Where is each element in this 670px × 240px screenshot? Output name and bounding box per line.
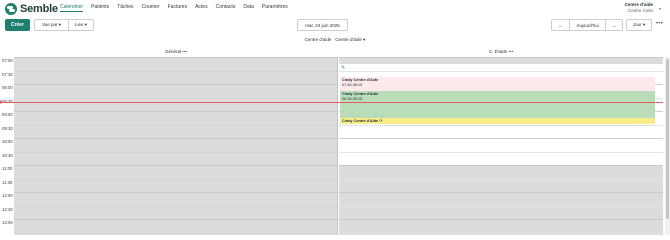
column-menu-icon[interactable]: ••• <box>508 49 513 54</box>
appointment-event[interactable]: Cindy Centre d'Aide 07:45-08:15 <box>340 77 655 91</box>
column-label: Général <box>164 49 181 54</box>
half-hour-line <box>339 151 663 153</box>
logo-mark-icon <box>5 2 17 15</box>
column-menu-icon[interactable]: ••• <box>182 49 187 54</box>
view-by-dropdown[interactable]: Vue par ▾ <box>34 19 68 31</box>
hour-line <box>339 192 663 193</box>
time-label: 11:00 <box>2 166 13 171</box>
time-label: 12:00 <box>2 193 13 198</box>
appointment-event[interactable]: Cindy Centre d'Aide ⟳ <box>340 118 655 124</box>
hour-line <box>14 84 337 85</box>
hour-line <box>339 57 663 58</box>
time-label: 11:30 <box>2 179 13 185</box>
brand-name: Semble <box>20 2 58 15</box>
half-hour-line <box>14 178 337 180</box>
event-title: Cindy Centre d'Aide <box>342 119 379 123</box>
unavailable-slot <box>339 166 663 235</box>
view-mode-dropdown[interactable]: Jour ▾ <box>626 19 652 31</box>
nav-item-actes[interactable]: Actes <box>195 4 208 12</box>
current-time-line <box>0 101 663 103</box>
hour-line <box>339 138 663 139</box>
half-hour-line <box>339 70 663 72</box>
time-label: 07:00 <box>2 58 13 63</box>
hour-line <box>14 219 337 220</box>
today-button[interactable]: Aujourd'hui <box>569 19 605 31</box>
time-label: 10:00 <box>2 139 13 144</box>
column-label: C. D'aide <box>488 49 508 54</box>
scrollbar-thumb[interactable] <box>666 59 669 219</box>
time-label: 12:30 <box>2 206 13 212</box>
half-hour-line <box>339 205 663 207</box>
resource-selector[interactable]: Centre d'aide · Centre d'aide ▾ <box>300 37 370 43</box>
hour-line <box>14 57 337 58</box>
half-hour-line <box>14 124 337 126</box>
hour-line <box>14 138 337 139</box>
user-menu[interactable]: Centre d'aide Centre Cielo <box>625 2 653 13</box>
unavailable-slot <box>339 57 663 64</box>
hour-line <box>339 219 663 220</box>
top-navigation: Semble Calendrier Patients Tâches Courri… <box>0 0 670 17</box>
half-hour-line <box>339 178 663 180</box>
location-dropdown[interactable]: Lieu ▾ <box>68 19 94 31</box>
nav-item-courrier[interactable]: Courrier <box>142 4 160 12</box>
create-button[interactable]: Créer <box>5 19 30 31</box>
hour-line <box>14 111 337 112</box>
previous-day-button[interactable]: ← <box>551 19 569 31</box>
time-label: 09:30 <box>2 125 13 131</box>
current-time-marker-icon <box>0 100 3 104</box>
half-hour-line <box>339 232 663 234</box>
calendar-grid: 07:00 07:30 08:00 08:30 09:00 09:30 10:0… <box>0 57 665 235</box>
time-label: 10:30 <box>2 152 13 158</box>
next-day-button[interactable]: → <box>605 19 623 31</box>
nav-item-patients[interactable]: Patients <box>91 4 109 12</box>
half-hour-line <box>14 232 337 234</box>
nav-item-factures[interactable]: Factures <box>168 4 187 12</box>
user-name: Centre d'aide <box>624 2 653 7</box>
appointment-event[interactable]: Cindy Centre d'Aide 08:15-09:15 <box>340 91 655 118</box>
half-hour-line <box>14 97 337 99</box>
half-hour-line <box>14 151 337 153</box>
column-general[interactable] <box>14 57 338 235</box>
event-time: 07:45-08:15 <box>342 82 363 87</box>
brand-logo[interactable]: Semble <box>5 2 58 15</box>
time-label: 09:00 <box>2 112 13 117</box>
more-options-icon[interactable]: ••• <box>656 21 663 27</box>
nav-item-calendrier[interactable]: Calendrier <box>60 4 84 12</box>
half-hour-line <box>14 70 337 72</box>
hour-line <box>339 165 663 166</box>
nav-item-data[interactable]: Data <box>243 4 254 12</box>
time-label: 13:00 <box>2 220 13 225</box>
column-header-general: Général ••• <box>14 49 338 56</box>
column-header-c-daide: C. D'aide ••• <box>339 49 663 56</box>
user-subtitle: Centre Cielo <box>627 7 653 13</box>
hour-line <box>14 165 337 166</box>
time-label: 08:00 <box>2 85 13 90</box>
hour-line <box>14 192 337 193</box>
main-nav: Calendrier Patients Tâches Courrier Fact… <box>60 4 288 12</box>
half-hour-line <box>14 205 337 207</box>
half-hour-line <box>339 124 663 126</box>
nav-item-parametres[interactable]: Paramètres <box>262 4 288 12</box>
chevron-down-icon[interactable]: ▾ <box>659 6 661 11</box>
event-time: 08:15-09:15 <box>342 96 363 101</box>
recurring-icon: ⟳ <box>379 119 383 123</box>
nav-item-taches[interactable]: Tâches <box>117 4 133 12</box>
nav-item-contacts[interactable]: Contacts <box>216 4 236 12</box>
pencil-icon[interactable]: ✎ <box>341 65 345 71</box>
time-gutter: 07:00 07:30 08:00 08:30 09:00 09:30 10:0… <box>0 57 14 235</box>
vertical-scrollbar[interactable] <box>665 57 670 235</box>
date-picker[interactable]: mar. 24 juin 2025 <box>297 19 348 31</box>
time-label: 07:30 <box>2 71 13 77</box>
